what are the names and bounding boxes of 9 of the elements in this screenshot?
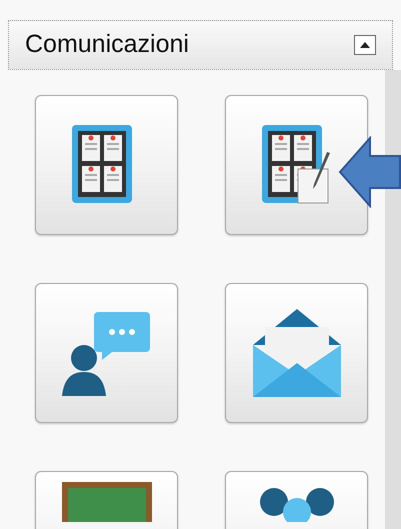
panel-title: Comunicazioni: [25, 29, 189, 60]
caret-up-icon: [360, 42, 370, 48]
tool-tile[interactable]: [35, 95, 178, 235]
tool-tile[interactable]: [225, 283, 368, 423]
tool-tile[interactable]: [35, 283, 178, 423]
tool-tile[interactable]: [225, 95, 368, 235]
chalkboard-icon: [62, 482, 152, 522]
collapse-button[interactable]: [354, 35, 376, 55]
pointer-arrow: [338, 136, 401, 208]
